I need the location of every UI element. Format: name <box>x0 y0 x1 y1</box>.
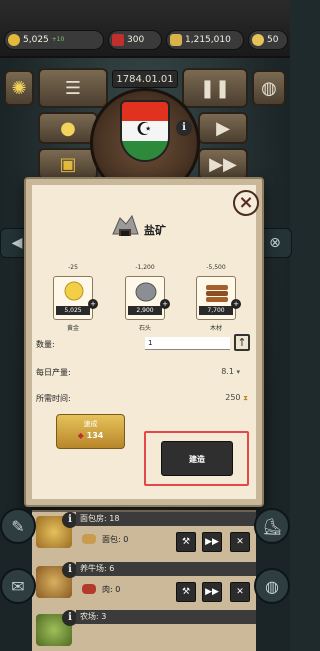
bakery-remove-button[interactable]: ✕ <box>230 532 250 552</box>
diplomacy-button[interactable]: ◍ <box>252 70 286 106</box>
fast-forward-icon: ▶▶ <box>205 587 219 597</box>
cattle-farm-build-button[interactable]: ⚒ <box>176 582 196 602</box>
cost-gold-need: -25 <box>68 264 78 271</box>
bread-count: 面包: 0 <box>102 535 129 544</box>
buy-gold-button[interactable]: + <box>88 299 98 309</box>
cost-stone-have: 2,900 <box>128 306 162 315</box>
lightbulb-icon: ✺ <box>11 77 27 99</box>
bread-icon <box>82 534 96 544</box>
cost-stone-name: 石头 <box>138 325 151 332</box>
build-button[interactable]: 建造 <box>161 441 233 476</box>
cost-wood-card: 7,700 + <box>196 276 241 320</box>
money-resource[interactable]: 1,215,010 <box>166 30 244 50</box>
cattle-farm-remove-button[interactable]: ✕ <box>230 582 250 602</box>
gem-icon <box>112 34 124 46</box>
mail-icon: ✉ <box>11 576 25 596</box>
left-arrow-icon: ◀ <box>11 235 23 251</box>
globe-icon: ◍ <box>265 576 279 596</box>
time-required-label: 所需时间: <box>36 394 71 403</box>
meat-icon <box>82 584 96 594</box>
buy-wood-button[interactable]: + <box>231 299 241 309</box>
cost-gold-card: 5,025 + <box>53 276 98 320</box>
treasure-chest-icon: ▣ <box>59 153 77 175</box>
menu-icon: ☰ <box>64 77 82 99</box>
cost-stone: -1,200 2,900 + 石头 <box>125 264 170 332</box>
money-bag-icon <box>170 34 182 46</box>
close-icon: × <box>238 192 254 213</box>
gems-resource[interactable]: 300 <box>108 30 162 50</box>
rush-build-button[interactable]: 速成 ◆ 134 <box>56 414 125 449</box>
mail-button[interactable]: ✉ <box>0 568 36 604</box>
buy-stone-button[interactable]: + <box>160 299 170 309</box>
cattle-farm-title: 养牛场: 6 <box>76 562 256 576</box>
salt-icon: ▾ <box>236 368 240 376</box>
cattle-farm-upgrade-button[interactable]: ▶▶ <box>202 582 222 602</box>
arrow-up-icon: ↑ <box>237 336 247 349</box>
farm-title: 农场: 3 <box>76 610 256 624</box>
cost-wood-need: -5,500 <box>206 264 226 271</box>
nation-info-icon[interactable]: i <box>176 120 192 136</box>
cost-stone-card: 2,900 + <box>125 276 170 320</box>
globe-icon: ◍ <box>261 77 277 99</box>
max-quantity-button[interactable]: ↑ <box>234 334 250 351</box>
cost-gold-have: 5,025 <box>56 306 90 315</box>
building-row[interactable]: i 农场: 3 <box>32 610 256 651</box>
cost-gold: -25 5,025 + 黄金 <box>53 264 98 332</box>
quantity-input[interactable] <box>145 337 230 350</box>
gold-coin-icon <box>8 34 20 46</box>
star-icon <box>252 34 264 46</box>
resource-bar: 5,025 +10 300 1,215,010 50 <box>0 0 290 58</box>
rush-cost: 134 <box>86 431 104 440</box>
bakery-build-button[interactable]: ⚒ <box>176 532 196 552</box>
fast-forward-button[interactable]: ▶▶ <box>198 148 248 180</box>
gold-delta: +10 <box>51 36 65 43</box>
lightbulb-button[interactable]: ✺ <box>4 70 34 106</box>
close-icon: ✕ <box>236 537 244 547</box>
stars-resource[interactable]: 50 <box>248 30 288 50</box>
hammer-icon: ⚒ <box>181 537 191 547</box>
world-button[interactable]: ◍ <box>254 568 290 604</box>
cost-wood-name: 木材 <box>209 325 222 332</box>
close-icon: ✕ <box>236 587 244 597</box>
scroll-icon: ✎ <box>11 516 25 536</box>
play-icon: ▶ <box>216 117 230 139</box>
boot-icon: ⛸ <box>261 516 283 536</box>
time-required-value: 250 ⧗ <box>225 393 248 402</box>
salt-mine-icon <box>112 214 139 236</box>
building-row[interactable]: i 面包房: 18 面包: 0 ⚒ ▶▶ ✕ <box>32 512 256 558</box>
left-slot-button[interactable]: ● <box>38 112 98 144</box>
cost-wood-have: 7,700 <box>199 306 233 315</box>
fast-forward-icon: ▶▶ <box>209 153 237 175</box>
play-button[interactable]: ▶ <box>198 112 248 144</box>
close-circle-icon: ⊗ <box>269 235 281 251</box>
cost-stone-need: -1,200 <box>135 264 155 271</box>
cost-wood: -5,500 7,700 + 木材 <box>196 264 241 332</box>
bakery-upgrade-button[interactable]: ▶▶ <box>202 532 222 552</box>
cost-gold-name: 黄金 <box>66 325 79 332</box>
treasure-button[interactable]: ▣ <box>38 148 98 180</box>
gem-icon: ◆ <box>77 431 84 440</box>
meat-count: 肉: 0 <box>102 585 121 594</box>
pause-icon: ❚❚ <box>199 77 231 99</box>
hammer-icon: ⚒ <box>181 587 191 597</box>
gold-resource[interactable]: 5,025 +10 <box>4 30 104 50</box>
pause-button[interactable]: ❚❚ <box>182 68 248 108</box>
game-date: 1784.01.01 <box>112 70 178 88</box>
bakery-title: 面包房: 18 <box>76 512 256 526</box>
star-crescent-icon: ☪ <box>136 119 153 141</box>
army-button[interactable]: ⛸ <box>254 508 290 544</box>
fast-forward-icon: ▶▶ <box>205 537 219 547</box>
gold-pile-icon: ● <box>60 117 76 139</box>
dialog-title: 盐矿 <box>144 224 166 237</box>
quantity-label: 数量: <box>36 340 55 349</box>
nation-flag[interactable]: ☪ <box>120 100 170 162</box>
daily-production-value: 8.1 ▾ <box>221 367 240 376</box>
daily-production-label: 每日产量: <box>36 368 71 377</box>
close-dialog-button[interactable]: × <box>233 190 259 216</box>
building-row[interactable]: i 养牛场: 6 肉: 0 ⚒ ▶▶ ✕ <box>32 562 256 608</box>
hourglass-icon: ⧗ <box>243 394 248 402</box>
scroll-button[interactable]: ✎ <box>0 508 36 544</box>
menu-button[interactable]: ☰ <box>38 68 108 108</box>
